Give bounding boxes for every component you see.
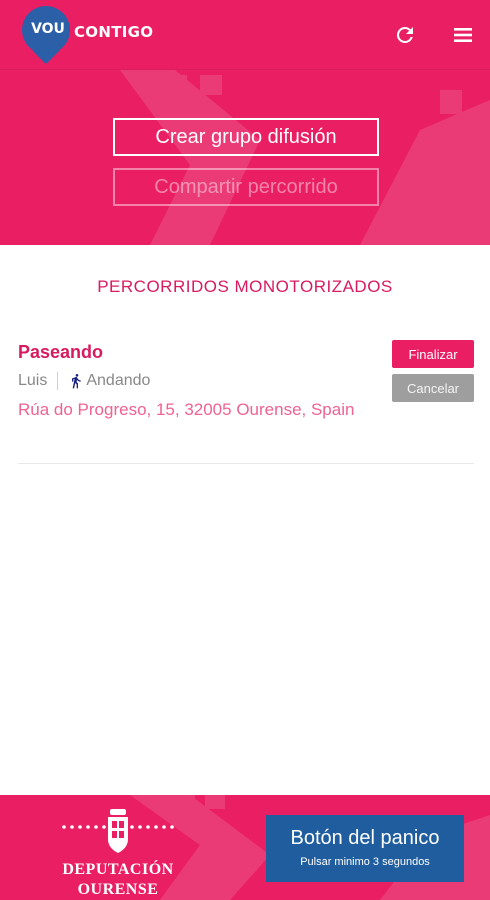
refresh-icon [396, 26, 413, 43]
app-header: VOU CONTIGO [0, 0, 490, 70]
finish-button[interactable]: Finalizar [392, 340, 474, 368]
route-user: Luis [18, 372, 48, 389]
coat-of-arms-icon [62, 809, 174, 853]
route-meta: Luis Andando [18, 370, 150, 392]
divider [57, 372, 59, 390]
footer-bar: DEPUTACIÓN OURENSE Botón del panico Puls… [0, 795, 490, 900]
logo-text: CONTIGO [74, 23, 154, 41]
tower-watermark [120, 70, 490, 245]
list-item[interactable]: Paseando Luis Andando Rúa do Progreso, 1… [18, 340, 474, 464]
route-mode: Andando [86, 372, 151, 389]
route-name: Paseando [18, 342, 104, 362]
dept-name-line2: OURENSE [77, 881, 159, 898]
walking-icon [68, 371, 84, 391]
create-group-button[interactable]: Crear grupo difusión [113, 118, 379, 156]
menu-button[interactable] [448, 20, 478, 50]
cancel-button[interactable]: Cancelar [392, 374, 474, 402]
route-address: Rúa do Progreso, 15, 32005 Ourense, Spai… [18, 400, 355, 419]
panic-button-label: Botón del panico [290, 827, 440, 849]
section-title: PERCORRIDOS MONOTORIZADOS [97, 277, 393, 296]
share-route-button[interactable]: Compartir percorrido [113, 168, 379, 206]
menu-icon [454, 28, 472, 42]
panic-button-hint: Pulsar minimo 3 segundos [300, 856, 430, 868]
hero-panel: Crear grupo difusión Compartir percorrid… [0, 70, 490, 245]
app-logo: VOU CONTIGO [22, 6, 172, 66]
deputacion-logo: DEPUTACIÓN OURENSE [52, 803, 184, 899]
logo-badge: VOU [31, 21, 65, 37]
dept-name-line1: DEPUTACIÓN [62, 861, 174, 878]
refresh-button[interactable] [390, 20, 420, 50]
panic-button[interactable]: Botón del panico Pulsar minimo 3 segundo… [266, 815, 464, 882]
